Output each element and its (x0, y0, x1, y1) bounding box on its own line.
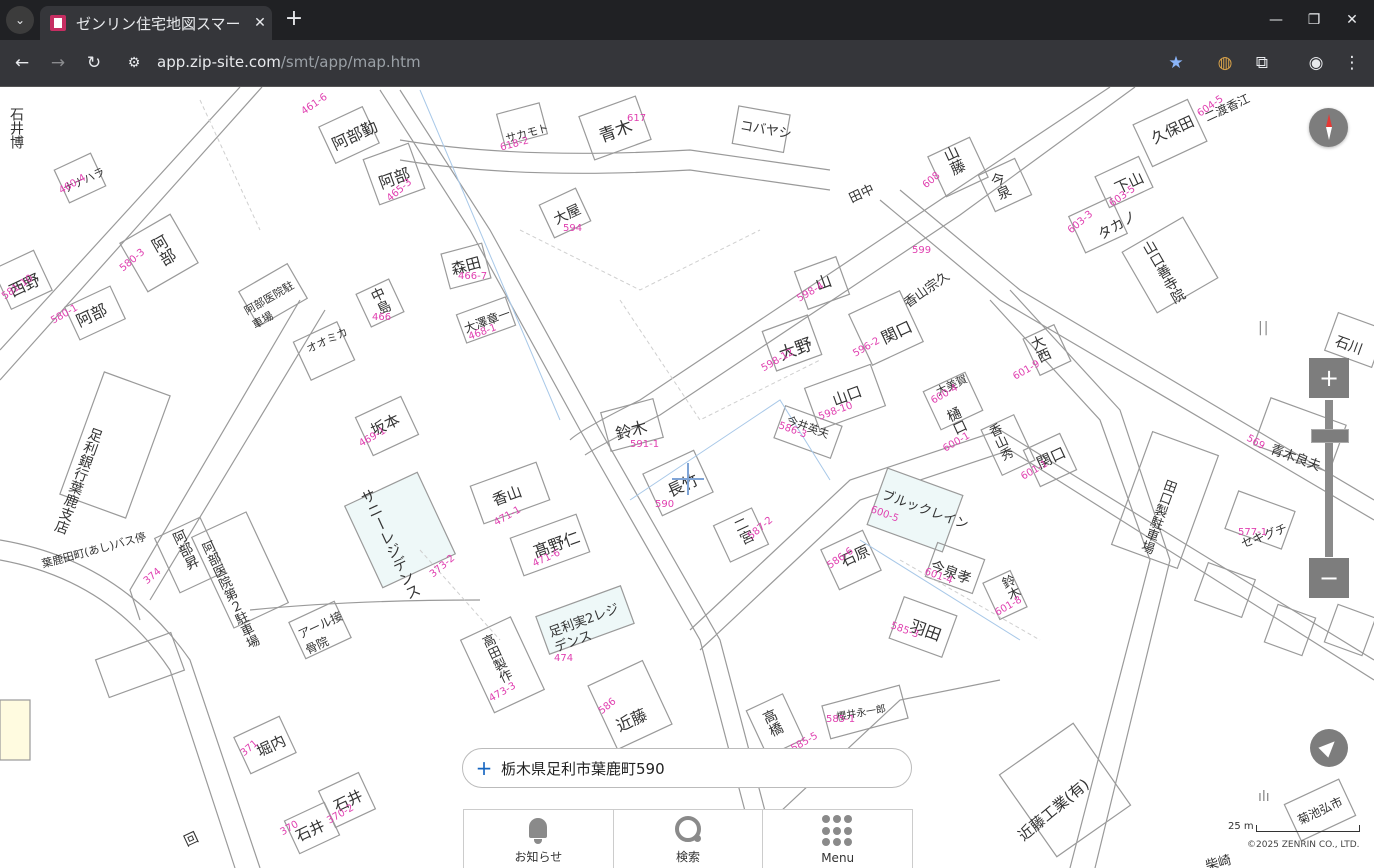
zoom-slider-track[interactable] (1325, 400, 1333, 557)
address-display[interactable]: + 栃木県足利市葉鹿町590 (462, 748, 912, 788)
grid-icon (821, 815, 854, 847)
lot-number: 577-1 (1238, 527, 1268, 538)
back-arrow-icon[interactable]: ← (10, 51, 34, 75)
new-tab-button[interactable]: + (282, 8, 306, 32)
lot-number: 594 (563, 223, 583, 234)
minimize-icon[interactable]: — (1264, 8, 1288, 32)
browser-tab[interactable]: ゼンリン住宅地図スマー ✕ (40, 6, 272, 40)
nav-label: Menu (821, 851, 855, 865)
pause-icon: || (1258, 320, 1270, 336)
address-text: 栃木県足利市葉鹿町590 (501, 759, 665, 778)
extension-avatar-icon[interactable]: ◍ (1213, 51, 1237, 75)
lot-number: 474 (554, 653, 574, 664)
restore-icon[interactable]: ❐ (1302, 8, 1326, 32)
bell-icon (524, 816, 552, 844)
building-label: 石井博 (8, 107, 24, 149)
extensions-puzzle-icon[interactable]: ⧉ (1250, 51, 1274, 75)
lot-number: 617 (627, 113, 647, 124)
center-crosshair-icon (672, 463, 704, 495)
zoom-in-button[interactable]: + (1309, 358, 1349, 398)
profile-icon[interactable]: ◉ (1304, 51, 1328, 75)
site-settings-icon[interactable]: ⚙ (122, 51, 146, 75)
compass-icon[interactable] (1309, 108, 1348, 147)
bookmark-star-icon[interactable]: ★ (1164, 51, 1188, 75)
zenrin-favicon-icon (50, 15, 66, 31)
zoom-out-button[interactable]: − (1309, 558, 1349, 598)
tab-title: ゼンリン住宅地図スマー (76, 14, 241, 33)
search-icon (673, 814, 703, 844)
crosshair-plus-icon: + (475, 756, 493, 780)
window-close-icon[interactable]: ✕ (1340, 8, 1364, 32)
tab-close-icon[interactable]: ✕ (250, 15, 270, 31)
kebab-menu-icon[interactable]: ⋮ (1340, 51, 1364, 75)
nav-label: お知らせ (514, 850, 563, 864)
bottom-nav: お知らせ 検索 Menu (463, 809, 913, 868)
address-url[interactable]: app.zip-site.com/smt/app/map.htm (157, 53, 421, 71)
lot-number: 591-1 (630, 439, 660, 450)
copyright-text: ©2025 ZENRIN CO., LTD. (1247, 840, 1360, 850)
search-button[interactable]: 検索 (614, 810, 764, 868)
lot-number: 466 (372, 312, 392, 323)
lot-number: 590 (655, 499, 675, 510)
browser-toolbar: ← → ↻ ⚙ app.zip-site.com/smt/app/map.htm… (0, 40, 1374, 87)
browser-tab-bar: ⌄ ゼンリン住宅地図スマー ✕ + — ❐ ✕ (0, 0, 1374, 40)
reload-icon[interactable]: ↻ (82, 51, 106, 75)
url-path: /smt/app/map.htm (280, 53, 421, 71)
notifications-button[interactable]: お知らせ (464, 810, 614, 868)
lot-number: 599 (912, 245, 932, 256)
lot-number: 466-7 (458, 271, 488, 282)
signal-bars-icon: ılı (1258, 789, 1270, 805)
map-canvas[interactable]: サカモト 618-2 青木 617 コバヤシ 阿部勤 461-6 阿部 465-… (0, 87, 1374, 868)
url-host: app.zip-site.com (157, 53, 281, 71)
scale-bar: 25 m (1228, 821, 1360, 835)
nav-label: 検索 (676, 850, 701, 864)
current-location-icon[interactable] (1310, 729, 1348, 767)
scale-line (1256, 825, 1360, 832)
tab-list-chevron-icon[interactable]: ⌄ (6, 6, 34, 34)
zoom-slider-handle[interactable] (1311, 429, 1349, 443)
scale-label: 25 m (1228, 821, 1254, 832)
lot-number: 585-1 (826, 714, 856, 725)
forward-arrow-icon[interactable]: → (46, 51, 70, 75)
menu-button[interactable]: Menu (763, 810, 912, 868)
